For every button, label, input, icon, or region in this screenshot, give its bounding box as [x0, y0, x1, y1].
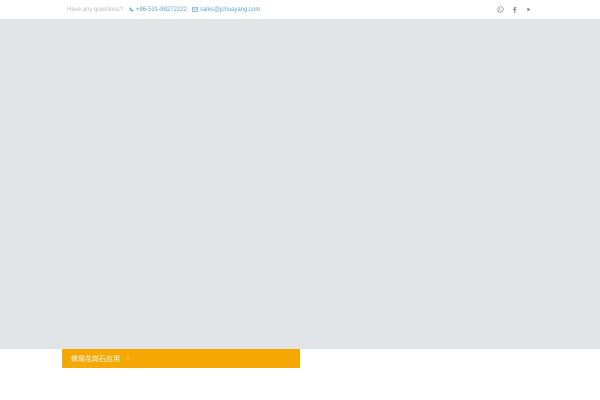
whatsapp-icon[interactable]: [497, 6, 504, 13]
youtube-icon[interactable]: [525, 6, 532, 13]
page: Have any questions? +86-531-88272222 sal…: [0, 0, 600, 400]
email-address: sales@jchuayang.com: [199, 6, 261, 13]
email-link[interactable]: sales@jchuayang.com: [191, 6, 261, 13]
contact-info: Have any questions? +86-531-88272222 sal…: [67, 0, 265, 19]
chevron-right-icon: ›: [127, 355, 129, 362]
menu-item-label: 蜂窝花岗石应用: [71, 355, 120, 363]
phone-icon: [129, 7, 134, 12]
phone-link[interactable]: +86-531-88272222: [129, 7, 187, 13]
social-links: [497, 0, 532, 19]
envelope-icon: [191, 7, 198, 12]
facebook-icon[interactable]: [511, 6, 518, 13]
questions-text: Have any questions?: [67, 6, 124, 13]
menu-item-honeycomb-granite[interactable]: 蜂窝花岗石应用 ›: [62, 349, 300, 368]
hero-image-placeholder: [0, 19, 600, 349]
top-bar: Have any questions? +86-531-88272222 sal…: [0, 0, 600, 19]
phone-number: +86-531-88272222: [136, 6, 187, 13]
